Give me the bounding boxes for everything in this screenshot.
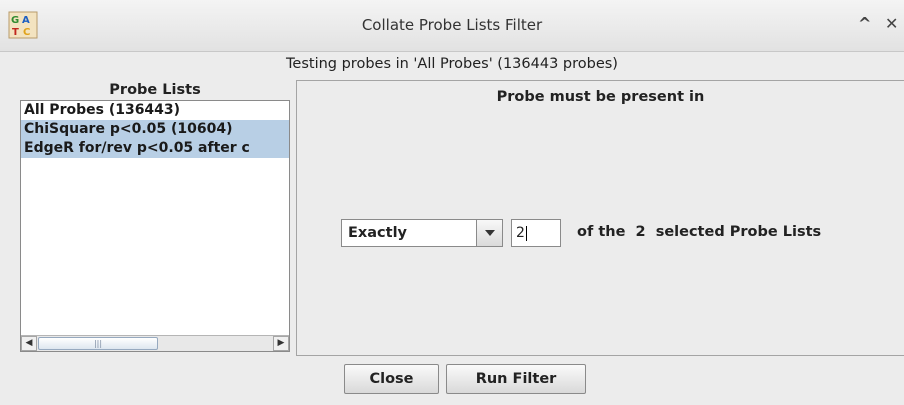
options-heading: Probe must be present in (496, 89, 705, 105)
close-window-icon[interactable]: ✕ (885, 14, 898, 33)
selected-lists-text: of the 2 selected Probe Lists (577, 224, 822, 240)
text-caret (525, 225, 527, 241)
chevron-down-icon[interactable] (476, 220, 502, 246)
count-input-value: 2 (516, 225, 525, 241)
scrollbar-thumb[interactable]: ||| (38, 337, 158, 350)
count-input[interactable]: 2 (511, 219, 561, 247)
close-button[interactable]: Close (344, 364, 439, 394)
horizontal-scrollbar[interactable]: ◀ ||| ▶ (21, 335, 289, 351)
scroll-right-icon[interactable]: ▶ (273, 336, 289, 351)
probe-list-box[interactable]: All Probes (136443) ChiSquare p<0.05 (10… (20, 100, 290, 352)
testing-subtitle: Testing probes in 'All Probes' (136443 p… (286, 56, 618, 72)
options-panel: Probe must be present in Exactly 2 of th… (296, 80, 904, 356)
title-bar: G A T C Collate Probe Lists Filter ^ ✕ (0, 0, 904, 52)
probe-lists-header: Probe Lists (109, 82, 201, 98)
scroll-left-icon[interactable]: ◀ (21, 336, 37, 351)
mode-dropdown[interactable]: Exactly (341, 219, 503, 247)
mode-dropdown-value: Exactly (348, 225, 407, 241)
probe-list-item[interactable]: ChiSquare p<0.05 (10604) (21, 120, 289, 139)
probe-list-item[interactable]: All Probes (136443) (21, 101, 289, 120)
maximize-icon[interactable]: ^ (858, 14, 871, 33)
probe-list-item[interactable]: EdgeR for/rev p<0.05 after c (21, 139, 289, 158)
run-filter-button[interactable]: Run Filter (446, 364, 586, 394)
window-title: Collate Probe Lists Filter (361, 16, 543, 34)
